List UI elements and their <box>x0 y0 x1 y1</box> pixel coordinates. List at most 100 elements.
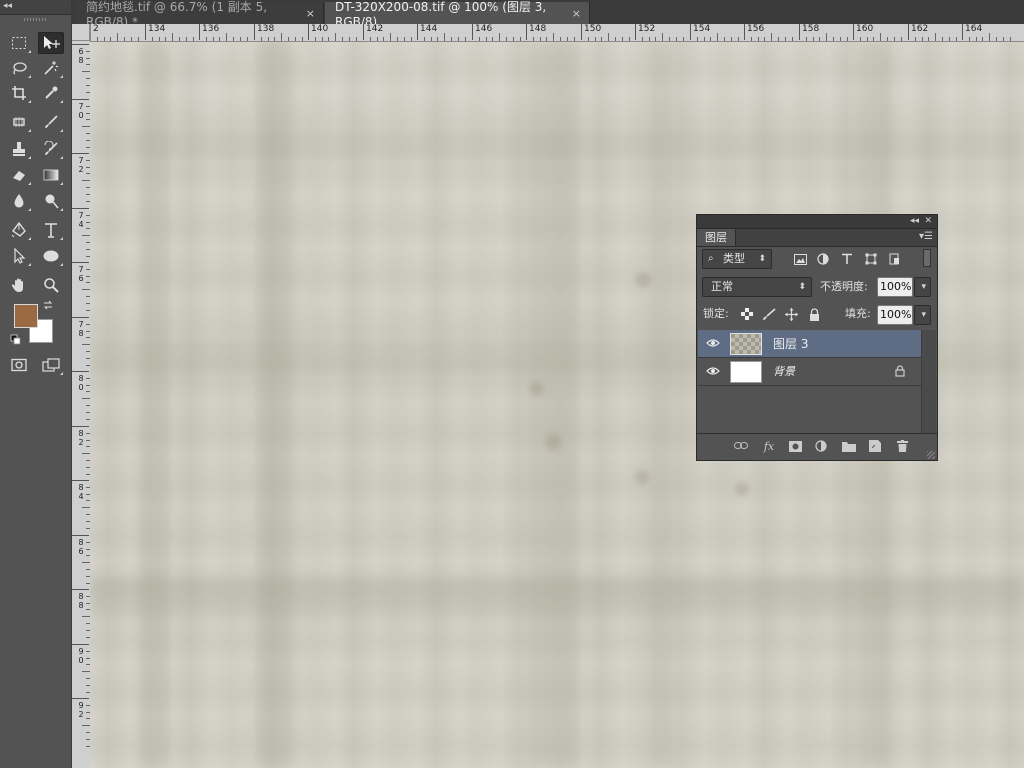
layer-row-background[interactable]: 背景 <box>698 358 921 386</box>
ruler-tick-label: 7 0 <box>78 102 84 120</box>
lock-position-icon[interactable] <box>784 307 798 321</box>
layer-thumbnail[interactable] <box>730 333 762 355</box>
brush-tool-icon[interactable] <box>38 111 64 133</box>
lock-all-icon[interactable] <box>807 307 821 321</box>
fill-input[interactable]: 100% <box>877 305 913 325</box>
path-selection-tool-icon[interactable] <box>6 245 32 267</box>
default-colors-icon[interactable] <box>8 333 24 347</box>
ruler-minor-tick <box>826 33 827 41</box>
layer-filter-select[interactable]: ⌕ 类型 ⬍ <box>702 249 772 269</box>
document-tab-2[interactable]: DT-320X200-08.tif @ 100% (图层 3, RGB/8) × <box>325 0 590 29</box>
dodge-tool-icon[interactable] <box>38 190 64 212</box>
panel-grip[interactable] <box>24 18 46 21</box>
filter-toggle-switch[interactable] <box>923 249 931 267</box>
history-brush-tool-icon[interactable] <box>38 138 64 160</box>
panel-menu-icon[interactable]: ▾☰ <box>919 231 933 242</box>
ruler-minor-tick <box>792 37 793 41</box>
layers-panel-titlebar[interactable]: ◂◂ ✕ <box>697 215 937 229</box>
vertical-ruler[interactable]: 6 8 7 0 7 2 7 4 7 6 7 8 8 0 8 2 8 4 8 6 8 8 9 0 9 2 <box>72 24 91 768</box>
ruler-minor-tick <box>82 671 90 672</box>
blur-tool-icon[interactable] <box>6 190 32 212</box>
type-tool-icon[interactable] <box>38 219 64 241</box>
ruler-minor-tick <box>1003 37 1004 41</box>
opacity-input[interactable]: 100% <box>877 277 913 297</box>
magic-wand-tool-icon[interactable] <box>38 57 64 79</box>
ellipse-tool-icon[interactable] <box>38 245 64 267</box>
new-group-icon[interactable] <box>841 438 857 454</box>
eraser-tool-icon[interactable] <box>6 164 32 186</box>
ruler-tick-line <box>472 24 473 40</box>
adjustment-layer-icon[interactable] <box>813 438 829 454</box>
ruler-minor-tick <box>922 37 923 41</box>
lock-transparent-pixels-icon[interactable] <box>740 307 754 321</box>
swap-colors-icon[interactable] <box>40 298 56 312</box>
smart-object-filter-icon[interactable] <box>887 252 901 266</box>
layers-scrollbar[interactable] <box>921 330 936 434</box>
crop-tool-icon[interactable] <box>6 82 32 104</box>
lock-image-pixels-icon[interactable] <box>762 307 776 321</box>
layer-name[interactable]: 图层 3 <box>773 330 808 358</box>
shape-filter-icon[interactable] <box>864 252 878 266</box>
foreground-color-swatch[interactable] <box>14 304 38 328</box>
ruler-tick-label: 9 2 <box>78 701 84 719</box>
trash-icon[interactable] <box>894 438 910 454</box>
pixel-filter-icon[interactable] <box>793 252 807 266</box>
clone-stamp-tool-icon[interactable] <box>6 138 32 160</box>
fill-dropdown-button[interactable]: ▾ <box>914 305 931 325</box>
healing-brush-tool-icon[interactable] <box>6 111 32 133</box>
horizontal-ruler[interactable]: 2 134 136 138 140 142 144 146 148 150 152 154 156 158… <box>90 24 1024 42</box>
type-filter-icon[interactable] <box>840 252 854 266</box>
ruler-minor-tick <box>82 562 90 563</box>
canvas-texture <box>635 470 649 484</box>
tab-layers[interactable]: 图层 <box>697 229 736 246</box>
chevron-updown-icon: ⬍ <box>798 282 806 292</box>
layer-name[interactable]: 背景 <box>773 358 795 386</box>
screen-mode-icon[interactable] <box>38 354 64 376</box>
close-icon[interactable]: ✕ <box>924 215 932 228</box>
new-layer-icon[interactable] <box>867 438 883 454</box>
layer-row-layer-3[interactable]: 图层 3 <box>698 330 921 358</box>
ruler-minor-tick <box>465 37 466 41</box>
quick-mask-icon[interactable] <box>6 354 32 376</box>
adjustment-filter-icon[interactable] <box>816 252 830 266</box>
link-layers-icon[interactable] <box>733 438 749 454</box>
ruler-tick-line <box>853 24 854 40</box>
tools-panel: ◂◂ <box>0 0 72 768</box>
eye-icon[interactable] <box>706 364 720 378</box>
gradient-tool-icon[interactable] <box>38 164 64 186</box>
eye-icon[interactable] <box>706 336 720 350</box>
add-mask-icon[interactable] <box>787 438 803 454</box>
ruler-minor-tick <box>486 37 487 41</box>
rectangular-marquee-tool-icon[interactable] <box>6 32 32 54</box>
resize-grip-icon[interactable] <box>927 451 935 459</box>
ruler-minor-tick <box>956 37 957 41</box>
zoom-tool-icon[interactable] <box>38 274 64 296</box>
ruler-minor-tick <box>704 37 705 41</box>
opacity-dropdown-button[interactable]: ▾ <box>914 277 931 297</box>
ruler-minor-tick <box>261 37 262 41</box>
document-tab-1[interactable]: 简约地毯.tif @ 66.7% (1 副本 5, RGB/8) * × <box>76 0 324 29</box>
collapse-panel-icon[interactable]: ◂◂ <box>910 215 919 228</box>
ruler-origin[interactable] <box>72 24 90 41</box>
close-icon[interactable]: × <box>306 7 315 20</box>
move-tool-icon[interactable] <box>38 32 64 54</box>
ruler-minor-tick <box>982 37 983 41</box>
close-icon[interactable]: × <box>572 7 581 20</box>
ruler-minor-tick <box>655 37 656 41</box>
ruler-tick-label: 136 <box>202 24 220 34</box>
pen-tool-icon[interactable] <box>6 219 32 241</box>
layer-thumbnail[interactable] <box>730 361 762 383</box>
ruler-minor-tick <box>595 37 596 41</box>
hand-tool-icon[interactable] <box>6 274 32 296</box>
blend-mode-select[interactable]: 正常 ⬍ <box>702 277 812 297</box>
layer-style-fx-icon[interactable]: fx <box>761 438 777 454</box>
ruler-minor-tick <box>574 37 575 41</box>
ruler-tick-line <box>744 24 745 40</box>
search-icon: ⌕ <box>708 253 714 264</box>
collapse-arrows-icon[interactable]: ◂◂ <box>3 1 12 11</box>
eyedropper-tool-icon[interactable] <box>38 82 64 104</box>
ruler-tick-label: 8 0 <box>78 374 84 392</box>
canvas-texture <box>735 482 749 496</box>
tools-panel-header[interactable]: ◂◂ <box>0 0 71 15</box>
lasso-tool-icon[interactable] <box>6 57 32 79</box>
